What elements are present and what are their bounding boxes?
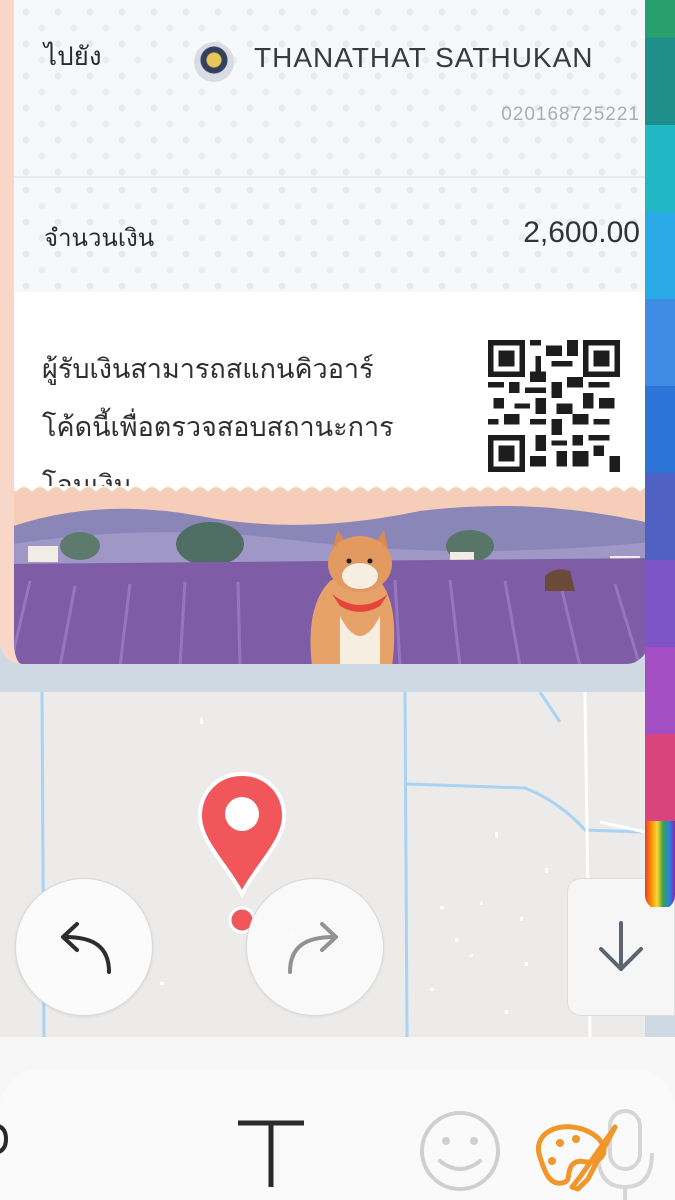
brush-icon[interactable] [0,1124,9,1154]
lavender-field-banner [14,486,648,664]
microphone-icon[interactable] [596,1109,654,1200]
color-swatch[interactable] [645,0,675,38]
color-swatch[interactable] [645,560,675,647]
receipt-pattern-top [14,0,648,178]
transfer-receipt-card: ไปยัง THANATHAT SATHUKAN 020168725221 จำ… [0,0,648,664]
undo-icon [61,922,111,974]
color-swatch[interactable] [645,386,675,473]
undo-button[interactable] [15,878,153,1016]
color-swatch[interactable] [645,299,675,386]
amount-label: จำนวนเงิน [44,225,155,252]
qr-code [488,340,620,472]
color-swatch[interactable] [645,38,675,125]
qr-note-line: โค้ดนี้เพื่อตรวจสอบสถานะการ [42,412,394,442]
bottom-toolbar [0,1037,675,1200]
arrow-down-icon [599,921,643,971]
toolbar-icons [0,1109,654,1200]
amount-value: 2,600.00 [523,216,640,249]
color-swatch[interactable] [645,212,675,299]
color-palette-strip[interactable] [645,0,675,910]
color-swatch[interactable] [645,473,675,560]
color-swatch[interactable] [645,647,675,734]
text-icon[interactable] [238,1120,304,1187]
smiley-icon[interactable] [420,1111,500,1191]
bank-logo-icon [194,42,234,82]
qr-note-line: ผู้รับเงินสามารถสแกนคิวอาร์ [42,354,374,384]
redo-icon [288,922,338,974]
redo-button[interactable] [246,878,384,1016]
recipient-name: THANATHAT SATHUKAN [254,42,594,73]
color-swatch[interactable] [645,734,675,821]
color-swatch[interactable] [645,125,675,212]
to-label: ไปยัง [44,41,102,71]
account-number: 020168725221 [501,104,640,125]
rainbow-color-swatch[interactable] [645,821,675,907]
